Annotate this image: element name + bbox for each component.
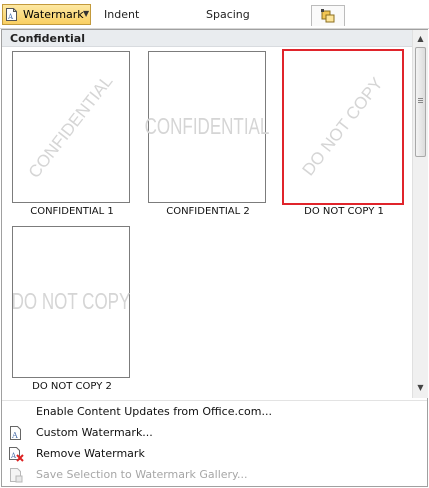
watermark-gallery-panel: Confidential CONFIDENTIAL CONFIDENTIAL 1… bbox=[1, 29, 428, 487]
svg-text:A: A bbox=[7, 13, 14, 21]
watermark-dropdown-button[interactable]: A Watermark ▼ bbox=[2, 4, 91, 25]
svg-text:A: A bbox=[10, 452, 17, 460]
ribbon-bar: A Watermark ▼ Indent Spacing bbox=[0, 0, 429, 29]
scrollbar-thumb[interactable] bbox=[415, 47, 426, 157]
thumbnail-caption: CONFIDENTIAL 2 bbox=[166, 206, 250, 217]
grip-line bbox=[418, 100, 423, 101]
scroll-up-icon[interactable]: ▲ bbox=[414, 32, 427, 45]
menu-item-label: Enable Content Updates from Office.com..… bbox=[36, 405, 272, 418]
watermark-page-icon: A bbox=[6, 8, 17, 21]
scroll-down-icon[interactable]: ▼ bbox=[414, 381, 427, 394]
menu-item-label: Save Selection to Watermark Gallery... bbox=[36, 468, 248, 481]
menu-item-save-selection: Save Selection to Watermark Gallery... bbox=[2, 464, 427, 485]
watermark-preview-text: DO NOT COPY bbox=[298, 74, 387, 180]
custom-watermark-icon: A bbox=[8, 425, 24, 441]
watermark-gallery: CONFIDENTIAL CONFIDENTIAL 1 CONFIDENTIAL… bbox=[2, 47, 412, 397]
save-to-gallery-icon bbox=[8, 467, 24, 483]
grip-line bbox=[418, 102, 423, 103]
menu-item-remove-watermark[interactable]: A Remove Watermark bbox=[2, 443, 427, 464]
remove-watermark-icon: A bbox=[8, 446, 24, 462]
chevron-down-icon: ▼ bbox=[83, 9, 90, 18]
watermark-thumbnail-confidential-1[interactable]: CONFIDENTIAL bbox=[12, 51, 130, 203]
section-title: Confidential bbox=[10, 32, 86, 45]
menu-item-enable-content-updates[interactable]: Enable Content Updates from Office.com..… bbox=[2, 401, 427, 422]
grip-line bbox=[418, 98, 423, 99]
arrange-icon bbox=[320, 8, 336, 24]
watermark-thumbnail-confidential-2[interactable]: CONFIDENTIAL bbox=[145, 51, 269, 203]
tab-spacing[interactable]: Spacing bbox=[206, 8, 250, 21]
thumbnail-caption: DO NOT COPY 1 bbox=[304, 206, 384, 217]
menu-item-label: Custom Watermark... bbox=[36, 426, 153, 439]
watermark-button-label: Watermark bbox=[23, 8, 84, 21]
watermark-preview-text: DO NOT COPY bbox=[11, 288, 131, 315]
arrange-button[interactable] bbox=[311, 5, 345, 26]
menu-item-custom-watermark[interactable]: A Custom Watermark... bbox=[2, 422, 427, 443]
thumbnail-caption: DO NOT COPY 2 bbox=[32, 381, 112, 392]
watermark-preview-text: CONFIDENTIAL bbox=[24, 71, 117, 182]
watermark-thumbnail-do-not-copy-1[interactable]: DO NOT COPY bbox=[282, 49, 404, 205]
watermark-menu: Enable Content Updates from Office.com..… bbox=[2, 400, 427, 487]
watermark-thumbnail-do-not-copy-2[interactable]: DO NOT COPY bbox=[12, 226, 130, 378]
gallery-scrollbar[interactable]: ▲ ▼ bbox=[412, 30, 428, 398]
tab-indent[interactable]: Indent bbox=[104, 8, 139, 21]
watermark-preview-text: CONFIDENTIAL bbox=[144, 113, 270, 140]
svg-text:A: A bbox=[11, 431, 18, 440]
thumbnail-caption: CONFIDENTIAL 1 bbox=[30, 206, 114, 217]
menu-item-label: Remove Watermark bbox=[36, 447, 145, 460]
gallery-section-header: Confidential bbox=[2, 30, 412, 47]
